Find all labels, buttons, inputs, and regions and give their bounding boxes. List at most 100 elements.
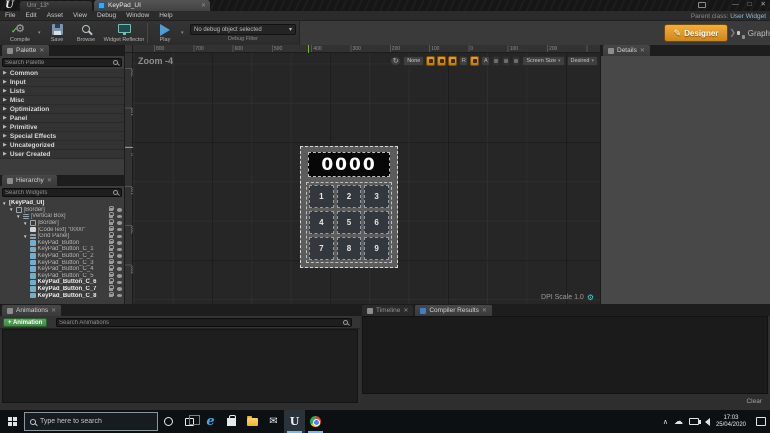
designer-mode-button[interactable]: ✎ Designer — [664, 24, 728, 42]
hierarchy-tree-row[interactable]: ▼ [Border] — [0, 205, 124, 214]
keypad-digit-button[interactable]: 3 — [364, 185, 389, 208]
hierarchy-tree-row[interactable]: ▼ [Vertical Box] — [0, 212, 124, 220]
save-button[interactable]: Save — [46, 22, 68, 44]
keypad-digit-button[interactable]: 4 — [309, 211, 334, 234]
keypad-digit-button[interactable]: 7 — [309, 237, 334, 260]
visibility-eye-icon[interactable] — [116, 241, 122, 245]
hierarchy-tree-row[interactable]: KeyPad_Button_C_8 — [0, 291, 124, 299]
hierarchy-tree-row[interactable]: KeyPad_Button_C_4 — [0, 265, 124, 273]
compiler-results-log[interactable] — [362, 316, 768, 394]
play-options-caret-icon[interactable]: ▾ — [181, 30, 184, 36]
tray-expand-icon[interactable]: ∧ — [663, 418, 668, 426]
debug-object-select[interactable]: No debug object selected ▾ — [190, 24, 296, 35]
palette-tab[interactable]: Palette ✕ — [2, 45, 50, 56]
palette-category[interactable]: ▶ Common — [0, 69, 124, 78]
animations-search-input[interactable] — [57, 319, 343, 326]
task-view-button[interactable] — [179, 410, 200, 433]
keypad-root-widget[interactable]: 0000 1 2 3 4 5 6 7 8 9 — [300, 146, 398, 268]
lock-icon[interactable] — [108, 232, 114, 238]
animations-tab[interactable]: Animations ✕ — [2, 305, 62, 316]
browse-button[interactable]: Browse — [72, 22, 100, 44]
visibility-eye-icon[interactable] — [116, 234, 122, 239]
play-button[interactable]: Play — [153, 22, 177, 44]
graph-mode-button[interactable]: Graph — [737, 26, 770, 40]
taskbar-search[interactable] — [24, 412, 158, 431]
lock-icon[interactable] — [108, 285, 114, 291]
mail-button[interactable]: ✉ — [263, 410, 284, 433]
localization-preview-button[interactable]: ↻ — [390, 55, 402, 66]
lock-icon[interactable] — [108, 225, 114, 232]
ruler-toggle-button[interactable] — [502, 55, 511, 66]
grid-snap-toggle-button[interactable] — [448, 55, 458, 66]
hierarchy-tree-row[interactable]: KeyPad_Button_C_3 — [0, 258, 124, 266]
lock-icon[interactable] — [108, 271, 114, 278]
expander-icon[interactable]: ▼ — [9, 207, 14, 212]
expand-arrow-icon[interactable]: ▶ — [3, 124, 7, 130]
visibility-eye-icon[interactable] — [116, 227, 122, 232]
action-center-icon[interactable] — [756, 417, 766, 426]
visibility-eye-icon[interactable] — [116, 260, 122, 265]
asset-window-tab[interactable]: KeyPad_UI ✕ — [94, 0, 210, 11]
animations-tab-close-icon[interactable]: ✕ — [51, 307, 56, 314]
window-layout-icon[interactable] — [698, 2, 706, 8]
lock-icon[interactable] — [108, 291, 114, 298]
palette-category[interactable]: ▶ User Created — [0, 150, 124, 159]
menu-item[interactable]: View — [68, 12, 92, 19]
dpi-settings-gear-icon[interactable]: ⚙ — [587, 293, 594, 302]
visibility-eye-icon[interactable] — [116, 267, 122, 271]
palette-category[interactable]: ▶ Uncategorized — [0, 141, 124, 150]
speaker-icon[interactable] — [697, 417, 710, 426]
palette-category[interactable]: ▶ Panel — [0, 114, 124, 123]
design-surface[interactable]: Zoom -4 ↻ None R A Screen Size ▾ Desired ▾ — [133, 53, 601, 305]
hierarchy-tree-row[interactable]: KeyPad_Button_C_5 — [0, 271, 124, 280]
hierarchy-tree-row[interactable]: KeyPad_Button_C_1 — [0, 245, 124, 253]
lock-toggle-button[interactable] — [437, 55, 447, 66]
hierarchy-tree-row[interactable]: KeyPad_Button_C_2 — [0, 252, 124, 260]
expand-arrow-icon[interactable]: ▶ — [3, 88, 7, 94]
screen-size-dropdown[interactable]: Screen Size ▾ — [522, 55, 565, 66]
compiler-results-tab[interactable]: Compiler Results ✕ — [415, 305, 492, 316]
lock-icon[interactable] — [108, 265, 114, 271]
palette-category[interactable]: ▶ Misc — [0, 96, 124, 105]
menu-item[interactable]: Edit — [20, 12, 41, 19]
palette-category[interactable]: ▶ Input — [0, 78, 124, 87]
menu-item[interactable]: Asset — [42, 12, 68, 19]
unreal-engine-taskbar-button[interactable]: U — [284, 410, 305, 433]
expander-icon[interactable]: ▼ — [23, 234, 28, 239]
safe-zone-toggle-button[interactable] — [512, 55, 521, 66]
divider[interactable] — [124, 45, 125, 305]
expand-arrow-icon[interactable]: ▶ — [3, 70, 7, 76]
visibility-eye-icon[interactable] — [116, 254, 122, 258]
keypad-digit-button[interactable]: 8 — [336, 237, 362, 260]
keypad-code-display[interactable]: 0000 — [308, 152, 390, 177]
visibility-eye-icon[interactable] — [116, 221, 122, 225]
edge-button[interactable]: e — [200, 410, 221, 433]
zoom-mode-dropdown[interactable]: Desired ▾ — [566, 55, 598, 66]
palette-tab-close-icon[interactable]: ✕ — [39, 47, 44, 54]
visibility-eye-icon[interactable] — [116, 274, 122, 278]
minimize-button[interactable]: — — [732, 1, 739, 9]
close-button[interactable]: ✕ — [761, 1, 766, 9]
dpi-scale-control[interactable]: DPI Scale 1.0 ⚙ — [541, 293, 594, 302]
cortana-button[interactable] — [158, 410, 179, 433]
palette-category[interactable]: ▶ Special Effects — [0, 132, 124, 141]
store-button[interactable] — [221, 410, 242, 433]
hierarchy-tab-close-icon[interactable]: ✕ — [47, 177, 52, 184]
anchor-toggle-button[interactable]: A — [481, 55, 491, 66]
lock-icon[interactable] — [108, 258, 114, 265]
divider[interactable] — [600, 45, 601, 305]
hierarchy-tree-row[interactable]: KeyPad_Button_C_7 — [0, 285, 124, 293]
taskbar-clock[interactable]: 17:03 25/04/2020 — [716, 415, 746, 429]
widget-reflector-button[interactable]: Widget Reflector — [102, 22, 146, 44]
details-tab[interactable]: Details ✕ — [603, 45, 650, 56]
chrome-button[interactable] — [305, 410, 326, 433]
hierarchy-tree-row[interactable]: KeyPad_Button_C_6 — [0, 278, 124, 286]
lock-icon[interactable] — [108, 245, 114, 251]
hierarchy-tree-row[interactable]: ▼ [Grid Panel] — [0, 232, 124, 240]
layout-grid-toggle-button[interactable] — [470, 55, 480, 66]
expand-arrow-icon[interactable]: ▶ — [3, 115, 7, 121]
clear-log-link[interactable]: Clear — [746, 398, 762, 405]
visibility-eye-icon[interactable] — [116, 214, 122, 219]
animations-list-area[interactable] — [2, 329, 358, 403]
palette-category[interactable]: ▶ Lists — [0, 87, 124, 96]
